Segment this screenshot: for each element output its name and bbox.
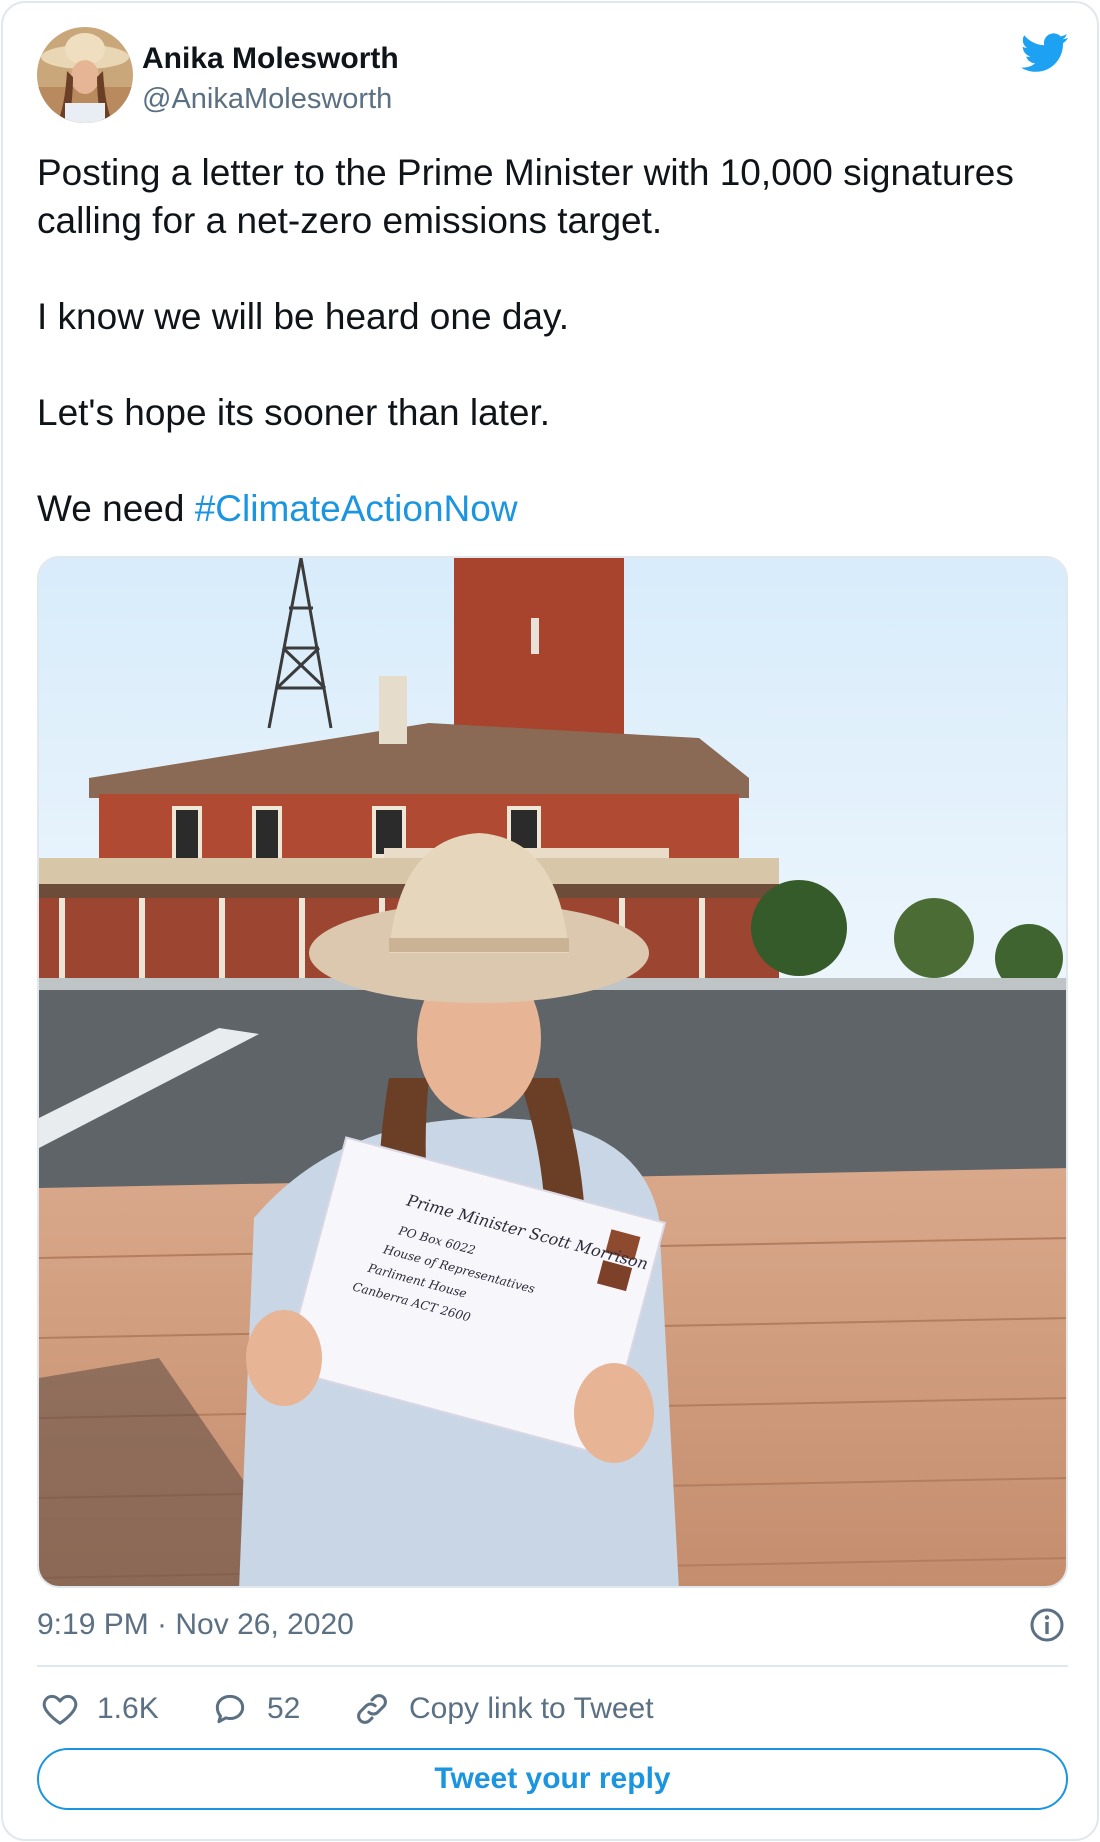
like-count: 1.6K xyxy=(97,1692,159,1725)
reply-action[interactable]: 52 xyxy=(211,1687,300,1731)
twitter-bird-icon[interactable] xyxy=(1020,33,1069,73)
info-icon[interactable] xyxy=(1029,1607,1065,1643)
like-button[interactable]: 1.6K xyxy=(41,1687,159,1731)
author-handle[interactable]: @AnikaMolesworth xyxy=(142,81,392,117)
tweet-photo[interactable]: Prime Minister Scott Morrison PO Box 602… xyxy=(37,556,1068,1588)
author-name[interactable]: Anika Molesworth xyxy=(142,41,399,77)
hashtag-link[interactable]: #ClimateActionNow xyxy=(195,488,518,529)
reply-bubble-icon xyxy=(211,1690,249,1728)
reply-count: 52 xyxy=(267,1692,301,1725)
divider xyxy=(37,1665,1068,1667)
copy-link-label: Copy link to Tweet xyxy=(409,1692,654,1725)
tweet-card: Anika Molesworth @AnikaMolesworth Postin… xyxy=(1,1,1099,1841)
link-icon xyxy=(353,1690,391,1728)
tweet-paragraph-1: Posting a letter to the Prime Minister w… xyxy=(37,152,1014,241)
heart-icon xyxy=(41,1690,79,1728)
tweet-timestamp[interactable]: 9:19 PM · Nov 26, 2020 xyxy=(37,1607,354,1643)
tweet-paragraph-2: I know we will be heard one day. xyxy=(37,296,570,337)
copy-link-button[interactable]: Copy link to Tweet xyxy=(353,1687,654,1731)
tweet-reply-button[interactable]: Tweet your reply xyxy=(37,1748,1068,1810)
avatar[interactable] xyxy=(37,27,133,123)
tweet-paragraph-4: We need #ClimateActionNow xyxy=(37,485,1067,533)
tweet-text: Posting a letter to the Prime Minister w… xyxy=(37,149,1067,533)
tweet-paragraph-4-prefix: We need xyxy=(37,488,195,529)
tweet-paragraph-3: Let's hope its sooner than later. xyxy=(37,392,551,433)
